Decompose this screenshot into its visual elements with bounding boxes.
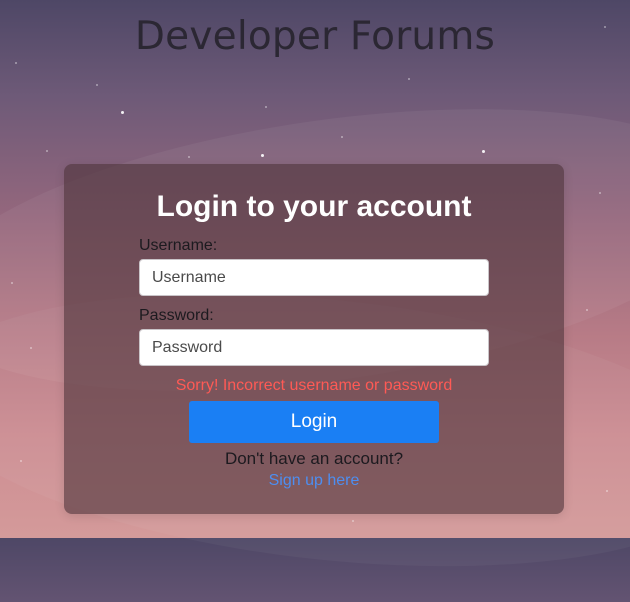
background-star [606,490,608,492]
background-star [261,154,264,157]
background-star [341,136,343,138]
background-star [586,309,588,311]
site-title: Developer Forums [134,14,496,59]
background-star [599,192,601,194]
username-input[interactable] [139,259,489,296]
background-star [11,282,13,284]
login-heading: Login to your account [156,190,472,223]
background-star [265,106,267,108]
background-star [96,84,98,86]
signup-link[interactable]: Sign up here [64,472,564,490]
background-star [20,460,22,462]
no-account-text: Don't have an account? [224,449,404,468]
background-star [15,62,17,64]
background-star [46,150,48,152]
login-button[interactable]: Login [189,401,439,443]
login-card: Login to your account Username: Password… [64,164,564,514]
background-star [30,347,32,349]
login-error-message: Sorry! Incorrect username or password [175,377,453,394]
password-label: Password: [139,307,214,324]
password-input[interactable] [139,329,489,366]
username-label: Username: [139,237,218,254]
background-star [482,150,485,153]
background-star [352,520,354,522]
background-star [188,156,190,158]
background-star [121,111,124,114]
background-star [408,78,410,80]
